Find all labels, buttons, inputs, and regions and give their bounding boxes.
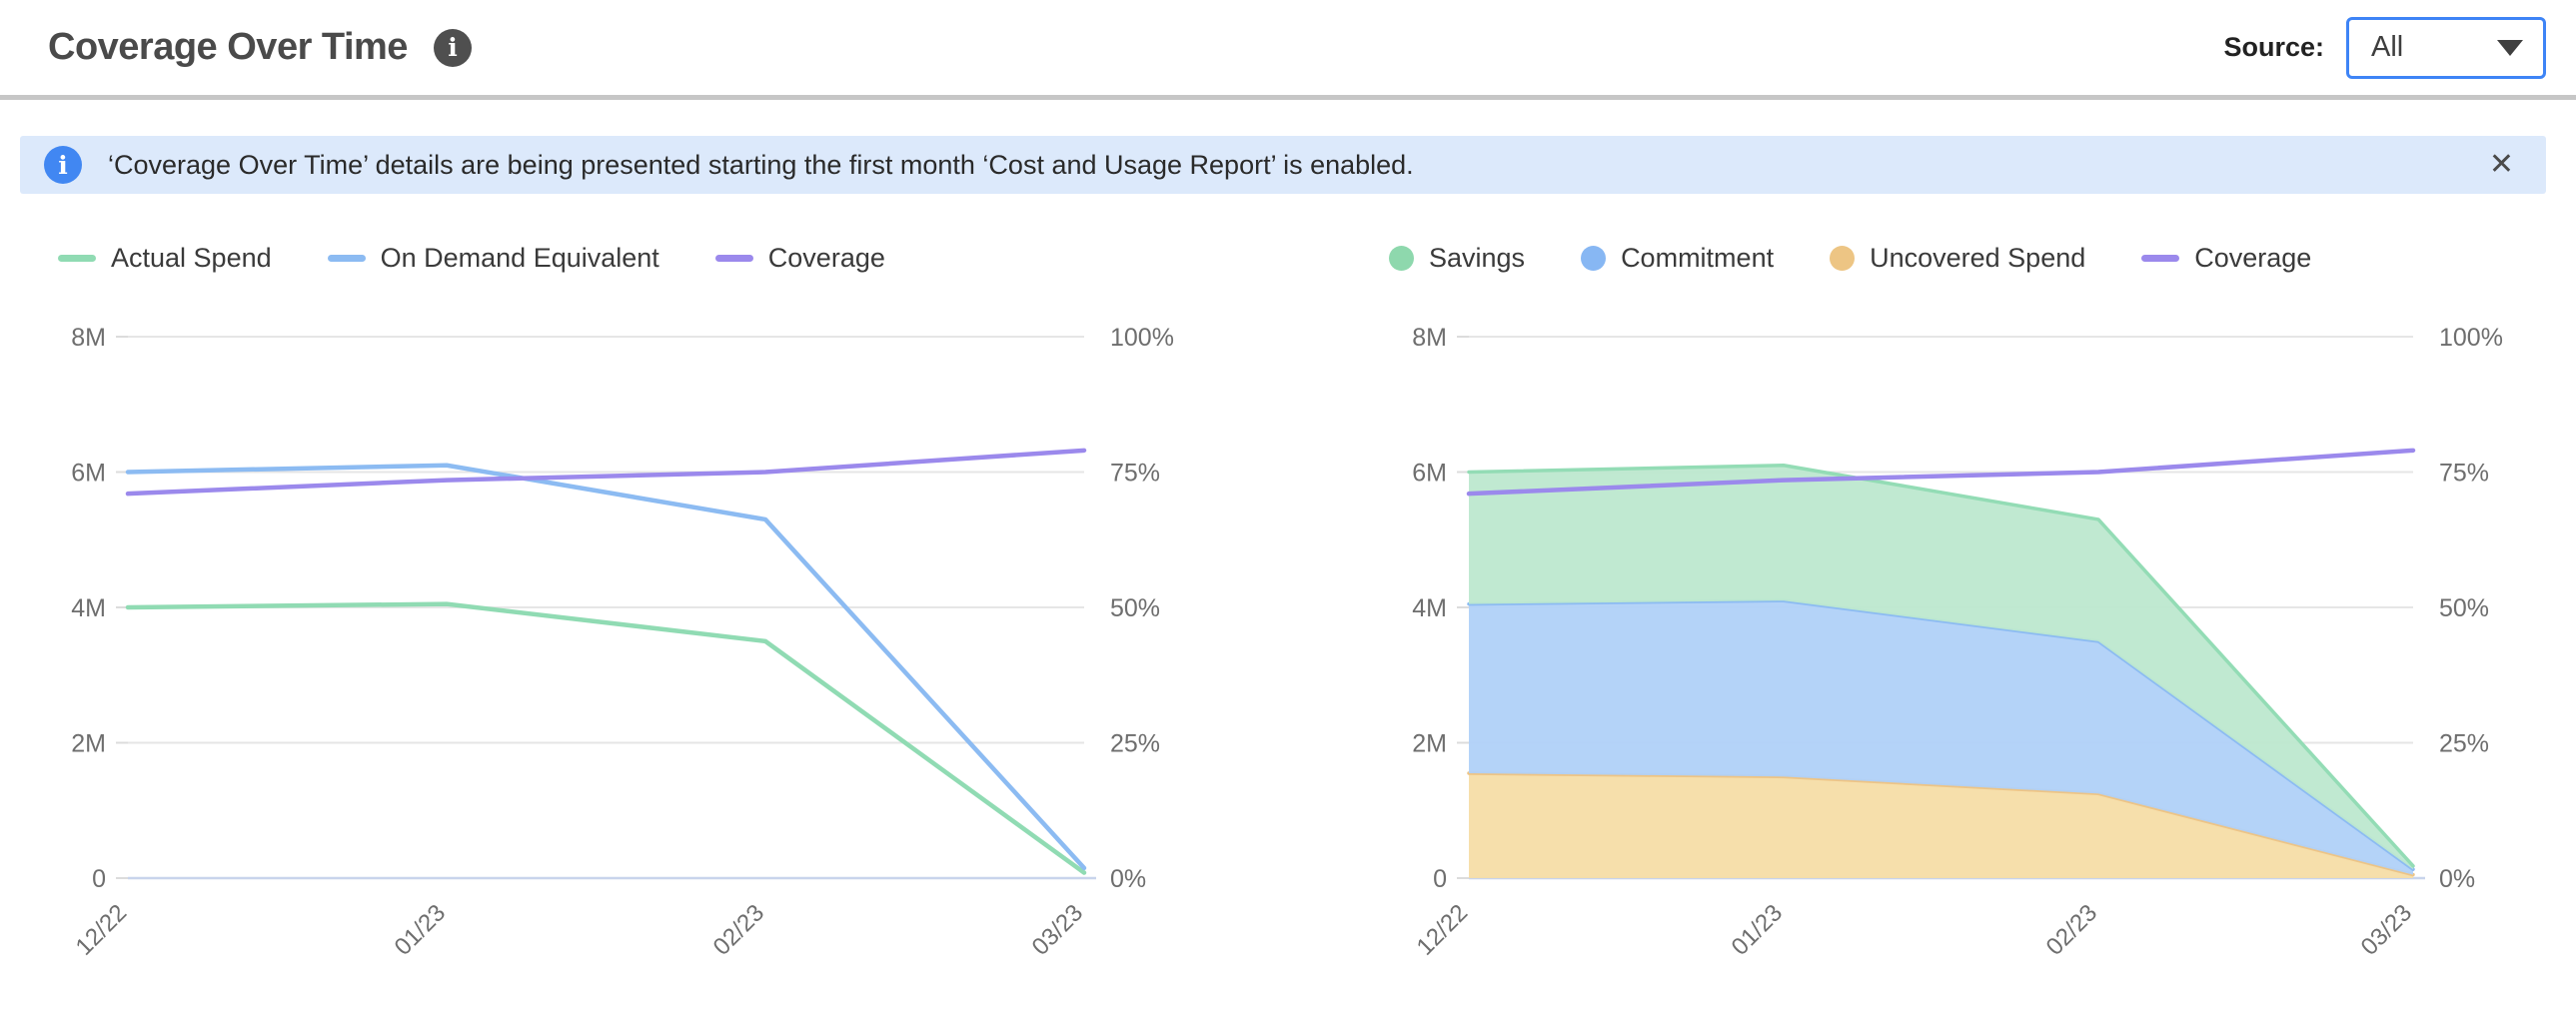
- actual-spend-swatch: [58, 255, 96, 262]
- coverage-swatch: [2141, 255, 2179, 262]
- legend-label: On Demand Equivalent: [381, 243, 659, 274]
- info-icon-glyph: i: [448, 35, 458, 60]
- y-axis-label-right: 100%: [2439, 324, 2503, 352]
- y-axis-label-right: 50%: [2439, 594, 2489, 622]
- y-axis-label-right: 25%: [1110, 730, 1160, 758]
- y-axis-label-right: 100%: [1110, 324, 1174, 352]
- page-header: Coverage Over Time i Source: All: [0, 0, 2576, 100]
- close-icon[interactable]: ✕: [2485, 146, 2518, 184]
- info-icon[interactable]: i: [434, 29, 472, 67]
- y-axis-label-right: 0%: [1110, 865, 1146, 893]
- x-axis-label: 03/23: [2356, 899, 2418, 961]
- y-axis-label-left: 2M: [71, 730, 106, 758]
- y-axis-label-right: 75%: [1110, 460, 1160, 488]
- source-label: Source:: [2223, 32, 2324, 63]
- x-axis-label: 03/23: [1027, 899, 1089, 961]
- legend-item-commitment[interactable]: Commitment: [1581, 243, 1774, 274]
- uncovered-spend-swatch: [1830, 246, 1855, 271]
- y-axis-label-left: 0: [1433, 865, 1447, 893]
- legend-item-coverage[interactable]: Coverage: [2141, 243, 2311, 274]
- legend-item-savings[interactable]: Savings: [1389, 243, 1525, 274]
- banner-info-icon-glyph: i: [58, 153, 68, 178]
- coverage-area-chart[interactable]: 0 0% 2M 25% 4M 50% 6M 75% 8M 100% 12/22 01/23 02/23 0…: [1283, 292, 2546, 1001]
- legend-label: Savings: [1429, 243, 1525, 274]
- chevron-down-icon: [2497, 40, 2523, 56]
- spend-line-chart[interactable]: 0 0% 2M 25% 4M 50% 6M 75% 8M 100% 12/22 01/23 02/23 0…: [20, 292, 1283, 1001]
- on-demand-equivalent-swatch: [328, 255, 366, 262]
- y-axis-label-left: 0: [92, 865, 106, 893]
- legend-label: Actual Spend: [111, 243, 272, 274]
- area-chart-legend: Savings Commitment Uncovered Spend Coverage: [1283, 224, 2546, 292]
- x-axis-label: 01/23: [390, 899, 452, 961]
- y-axis-label-right: 0%: [2439, 865, 2475, 893]
- line-chart-legend: Actual Spend On Demand Equivalent Coverage: [20, 224, 1283, 292]
- y-axis-label-left: 4M: [1412, 594, 1447, 622]
- y-axis-label-left: 2M: [1412, 730, 1447, 758]
- page-title: Coverage Over Time: [48, 26, 408, 69]
- y-axis-label-left: 6M: [71, 460, 106, 488]
- legend-label: Coverage: [768, 243, 885, 274]
- coverage-area-chart-panel: Savings Commitment Uncovered Spend Coverage…: [1283, 224, 2546, 1001]
- y-axis-label-right: 75%: [2439, 460, 2489, 488]
- y-axis-label-left: 8M: [1412, 324, 1447, 352]
- y-axis-label-right: 25%: [2439, 730, 2489, 758]
- source-dropdown[interactable]: All: [2346, 17, 2546, 79]
- title-wrap: Coverage Over Time i: [48, 26, 472, 69]
- legend-item-uncovered-spend[interactable]: Uncovered Spend: [1830, 243, 2085, 274]
- coverage-over-time-page: Coverage Over Time i Source: All i ‘Cove…: [0, 0, 2576, 1001]
- line-actual-spend: [128, 604, 1084, 873]
- y-axis-label-left: 6M: [1412, 460, 1447, 488]
- y-axis-label-left: 4M: [71, 594, 106, 622]
- legend-item-coverage[interactable]: Coverage: [715, 243, 885, 274]
- x-axis-label: 01/23: [1727, 899, 1789, 961]
- line-on-demand-equivalent: [128, 466, 1084, 868]
- source-dropdown-value: All: [2371, 31, 2403, 64]
- commitment-swatch: [1581, 246, 1606, 271]
- x-axis-label: 12/22: [71, 899, 133, 961]
- legend-label: Coverage: [2194, 243, 2311, 274]
- legend-label: Commitment: [1621, 243, 1774, 274]
- savings-swatch: [1389, 246, 1414, 271]
- x-axis-label: 12/22: [1412, 899, 1474, 961]
- banner-text: ‘Coverage Over Time’ details are being p…: [108, 150, 1414, 181]
- legend-item-on-demand-equivalent[interactable]: On Demand Equivalent: [328, 243, 659, 274]
- y-axis-label-left: 8M: [71, 324, 106, 352]
- y-axis-label-right: 50%: [1110, 594, 1160, 622]
- spend-line-chart-panel: Actual Spend On Demand Equivalent Coverage…: [20, 224, 1283, 1001]
- banner-info-icon: i: [44, 146, 82, 184]
- coverage-swatch: [715, 255, 753, 262]
- source-filter: Source: All: [2223, 17, 2546, 79]
- info-banner: i ‘Coverage Over Time’ details are being…: [20, 136, 2546, 194]
- charts-row: Actual Spend On Demand Equivalent Coverage…: [20, 224, 2546, 1001]
- x-axis-label: 02/23: [2041, 899, 2103, 961]
- x-axis-label: 02/23: [708, 899, 770, 961]
- legend-item-actual-spend[interactable]: Actual Spend: [58, 243, 272, 274]
- legend-label: Uncovered Spend: [1870, 243, 2085, 274]
